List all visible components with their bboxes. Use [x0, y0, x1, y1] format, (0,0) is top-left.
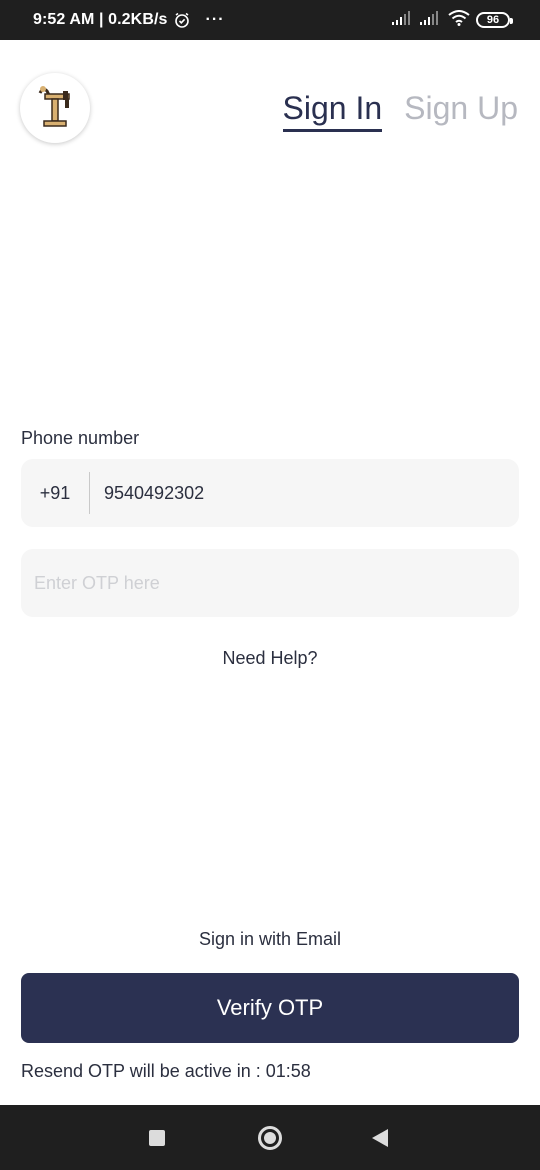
resend-otp-timer: Resend OTP will be active in : 01:58: [21, 1061, 311, 1081]
lamp-logo-icon: [35, 81, 75, 136]
need-help-link[interactable]: Need Help?: [0, 648, 540, 669]
overflow-dots: ···: [205, 11, 225, 28]
auth-tabs: Sign In Sign Up: [282, 86, 518, 132]
sign-in-email-link[interactable]: Sign in with Email: [0, 929, 540, 950]
tab-sign-in[interactable]: Sign In: [282, 86, 382, 132]
app-logo: [20, 73, 90, 143]
wifi-icon: [448, 9, 470, 31]
divider: [89, 472, 90, 514]
phone-input[interactable]: [104, 482, 484, 504]
tab-sign-up[interactable]: Sign Up: [404, 86, 518, 130]
system-nav-bar: [0, 1105, 540, 1170]
otp-field: [21, 549, 519, 617]
status-time-speed: 9:52 AM | 0.2KB/s: [33, 11, 168, 28]
phone-label: Phone number: [21, 428, 140, 448]
back-icon[interactable]: [372, 1129, 388, 1147]
home-icon[interactable]: [258, 1126, 282, 1150]
signal-icon: [420, 10, 442, 30]
country-code[interactable]: +91: [21, 483, 89, 504]
recent-apps-icon[interactable]: [149, 1130, 165, 1146]
signal-icon: [392, 10, 414, 30]
phone-field: +91: [21, 459, 519, 527]
otp-input[interactable]: [34, 572, 504, 594]
status-bar: 9:52 AM | 0.2KB/s ··· 96: [0, 0, 540, 40]
verify-otp-button[interactable]: Verify OTP: [21, 973, 519, 1043]
alarm-icon: [174, 12, 190, 28]
battery-icon: 96: [476, 12, 513, 28]
